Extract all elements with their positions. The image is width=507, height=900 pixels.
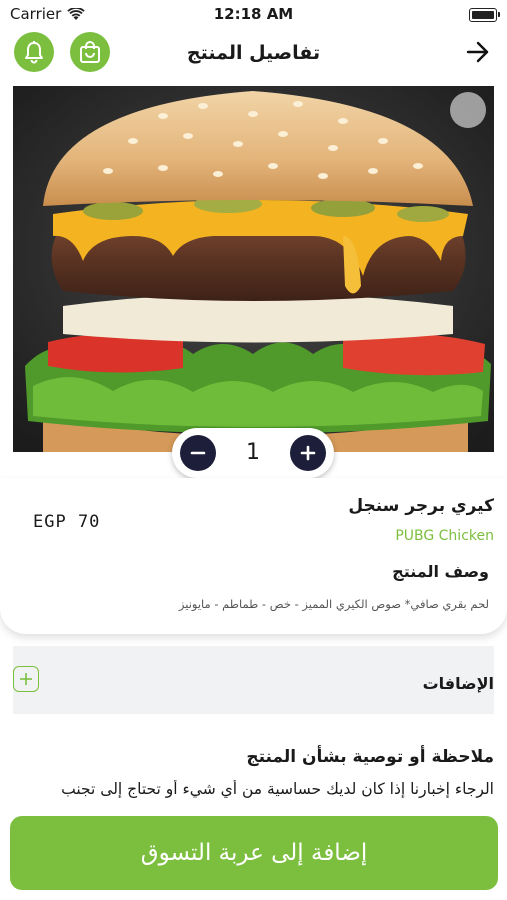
plus-icon: [20, 673, 32, 685]
product-name: كيري برجر سنجل: [348, 496, 494, 516]
description-text: لحم بقري صافي* صوص الكيري المميز - خص - …: [178, 597, 489, 611]
header: تفاصيل المنتج: [0, 30, 507, 75]
status-bar: Carrier 12:18 AM: [0, 0, 507, 30]
note-title: ملاحظة أو توصية بشأن المنتج: [246, 747, 494, 767]
status-time: 12:18 AM: [213, 5, 294, 23]
restaurant-name[interactable]: PUBG Chicken: [395, 528, 494, 544]
add-to-cart-button[interactable]: إضافة إلى عربة التسوق: [10, 816, 498, 890]
additions-title: الإضافات: [422, 674, 494, 693]
description-title: وصف المنتج: [392, 562, 489, 581]
burger-illustration: [13, 86, 494, 452]
additions-section[interactable]: الإضافات: [13, 646, 494, 714]
product-price: EGP 70: [33, 512, 101, 532]
add-additions-button[interactable]: [13, 666, 39, 692]
image-overlay-badge: [450, 92, 486, 128]
increase-button[interactable]: [290, 435, 326, 471]
page-title: تفاصيل المنتج: [186, 42, 321, 64]
product-info-card: EGP 70 كيري برجر سنجل PUBG Chicken وصف ا…: [0, 478, 507, 634]
battery-icon: [469, 8, 500, 22]
arrow-right-icon[interactable]: [465, 40, 491, 64]
plus-icon: [300, 445, 316, 461]
product-image: [13, 86, 494, 452]
note-text: الرجاء إخبارنا إذا كان لديك حساسية من أي…: [61, 780, 494, 798]
quantity-stepper: 1: [172, 428, 334, 478]
